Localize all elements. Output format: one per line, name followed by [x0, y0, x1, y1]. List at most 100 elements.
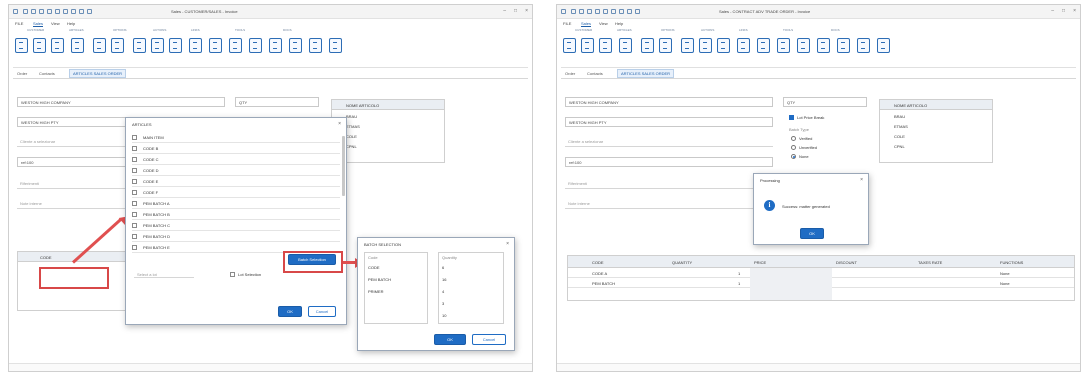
doc-icon[interactable]: [757, 38, 770, 53]
list-item[interactable]: CODE E: [132, 176, 340, 187]
doc-icon[interactable]: [209, 38, 222, 53]
qty-field[interactable]: QTY: [783, 97, 867, 107]
list-item[interactable]: CPNL: [894, 144, 905, 149]
customer-field[interactable]: WESTON HIGH COMPANY: [565, 97, 773, 107]
link-icon[interactable]: [737, 38, 750, 53]
report-icon[interactable]: [289, 38, 302, 53]
list-item[interactable]: PEM BATCH: [368, 277, 391, 282]
placeholder-field[interactable]: Cliente a selezionar: [17, 137, 127, 147]
checkbox[interactable]: [132, 157, 137, 162]
paste-icon[interactable]: [599, 38, 612, 53]
column-header-name[interactable]: NOME ARTICOLO: [346, 103, 379, 108]
ok-button[interactable]: OK: [800, 228, 824, 239]
copy-icon[interactable]: [33, 38, 46, 53]
print-doc-icon[interactable]: [857, 38, 870, 53]
list-item[interactable]: MAIN ITEM: [132, 132, 340, 143]
column-header-code[interactable]: CODE: [592, 260, 604, 265]
article-icon[interactable]: [641, 38, 654, 53]
close-icon[interactable]: ×: [506, 241, 509, 247]
reference-field[interactable]: ref:100: [17, 157, 127, 167]
column-header-discount[interactable]: DISCOUNT: [836, 260, 857, 265]
print-icon[interactable]: [611, 9, 616, 14]
open-icon[interactable]: [587, 9, 592, 14]
ok-button[interactable]: OK: [278, 306, 302, 317]
menu-sales[interactable]: Sales: [33, 21, 44, 27]
list-item[interactable]: CODE F: [132, 187, 340, 198]
lot-select-field[interactable]: Select a lot: [134, 270, 194, 278]
lot-price-checkbox[interactable]: [789, 115, 794, 120]
checkbox[interactable]: [132, 212, 137, 217]
column-header-functions[interactable]: FUNCTIONS: [1000, 260, 1023, 265]
mail-icon[interactable]: [877, 38, 890, 53]
paste-icon[interactable]: [51, 38, 64, 53]
references-field[interactable]: Riferimenti: [17, 179, 127, 189]
tab-contacts[interactable]: Contacts: [39, 71, 55, 76]
cancel-button[interactable]: Cancel: [472, 334, 506, 345]
list-item[interactable]: CODE: [368, 265, 380, 270]
list-item[interactable]: BRAU: [894, 114, 905, 119]
grid-icon[interactable]: [659, 38, 672, 53]
references-field[interactable]: Riferimenti: [565, 179, 773, 189]
checkbox[interactable]: [132, 179, 137, 184]
radio-none[interactable]: [791, 154, 796, 159]
list-item[interactable]: 10: [442, 313, 446, 318]
column-header-name[interactable]: NOME ARTICOLO: [894, 103, 927, 108]
customer-icon[interactable]: [563, 38, 576, 53]
close-doc-icon[interactable]: [619, 9, 624, 14]
list-item[interactable]: 3: [442, 301, 444, 306]
article-icon[interactable]: [93, 38, 106, 53]
close-icon[interactable]: ×: [525, 8, 528, 14]
redo-icon[interactable]: [603, 9, 608, 14]
undo-large-icon[interactable]: [619, 38, 632, 53]
close-icon[interactable]: ×: [1073, 8, 1076, 14]
tab-order[interactable]: Order: [17, 71, 27, 76]
list-item[interactable]: PEM BATCH A: [132, 198, 340, 209]
refresh-icon[interactable]: [79, 9, 84, 14]
checkbox[interactable]: [132, 168, 137, 173]
tool-icon[interactable]: [229, 38, 242, 53]
checkbox[interactable]: [132, 146, 137, 151]
customer-field[interactable]: WESTON HIGH COMPANY: [17, 97, 225, 107]
checkbox[interactable]: [132, 190, 137, 195]
menu-file[interactable]: FILE: [563, 21, 571, 26]
checkbox[interactable]: [132, 245, 137, 250]
close-doc-icon[interactable]: [71, 9, 76, 14]
open-icon[interactable]: [39, 9, 44, 14]
column-header-code[interactable]: CODE: [40, 255, 52, 260]
notes-field[interactable]: Note interne: [565, 199, 773, 209]
undo-icon[interactable]: [595, 9, 600, 14]
print-doc-icon[interactable]: [309, 38, 322, 53]
save-icon[interactable]: [23, 9, 28, 14]
minimize-icon[interactable]: –: [1051, 8, 1054, 14]
menu-help[interactable]: Help: [67, 21, 75, 26]
list-item[interactable]: CODE C: [132, 154, 340, 165]
print-icon[interactable]: [63, 9, 68, 14]
filter-icon[interactable]: [249, 38, 262, 53]
tab-articles-sales-order[interactable]: ARTICLES SALES ORDER: [617, 69, 675, 78]
checkbox[interactable]: [132, 135, 137, 140]
settings-icon[interactable]: [635, 9, 640, 14]
radio-verified[interactable]: [791, 136, 796, 141]
report-icon[interactable]: [837, 38, 850, 53]
ok-button[interactable]: OK: [434, 334, 466, 345]
close-icon[interactable]: ×: [860, 177, 863, 183]
customer-icon[interactable]: [15, 38, 28, 53]
save-icon[interactable]: [571, 9, 576, 14]
qty-field[interactable]: QTY: [235, 97, 319, 107]
lot-selection-checkbox[interactable]: [230, 272, 235, 277]
mail-icon[interactable]: [329, 38, 342, 53]
customer-alt-field[interactable]: WESTON HIGH PTY: [565, 117, 773, 127]
column-header-price[interactable]: PRICE: [754, 260, 766, 265]
minimize-icon[interactable]: –: [503, 8, 506, 14]
menu-help[interactable]: Help: [615, 21, 623, 26]
maximize-icon[interactable]: □: [1062, 8, 1065, 14]
tool-icon[interactable]: [777, 38, 790, 53]
menu-view[interactable]: View: [599, 21, 608, 26]
scrollbar[interactable]: [342, 136, 345, 196]
customer-alt-field[interactable]: WESTON HIGH PTY: [17, 117, 127, 127]
list-item[interactable]: 16: [442, 277, 446, 282]
new-icon[interactable]: [579, 9, 584, 14]
copy-icon[interactable]: [581, 38, 594, 53]
list-item[interactable]: PEM BATCH B: [132, 209, 340, 220]
checkbox[interactable]: [132, 201, 137, 206]
